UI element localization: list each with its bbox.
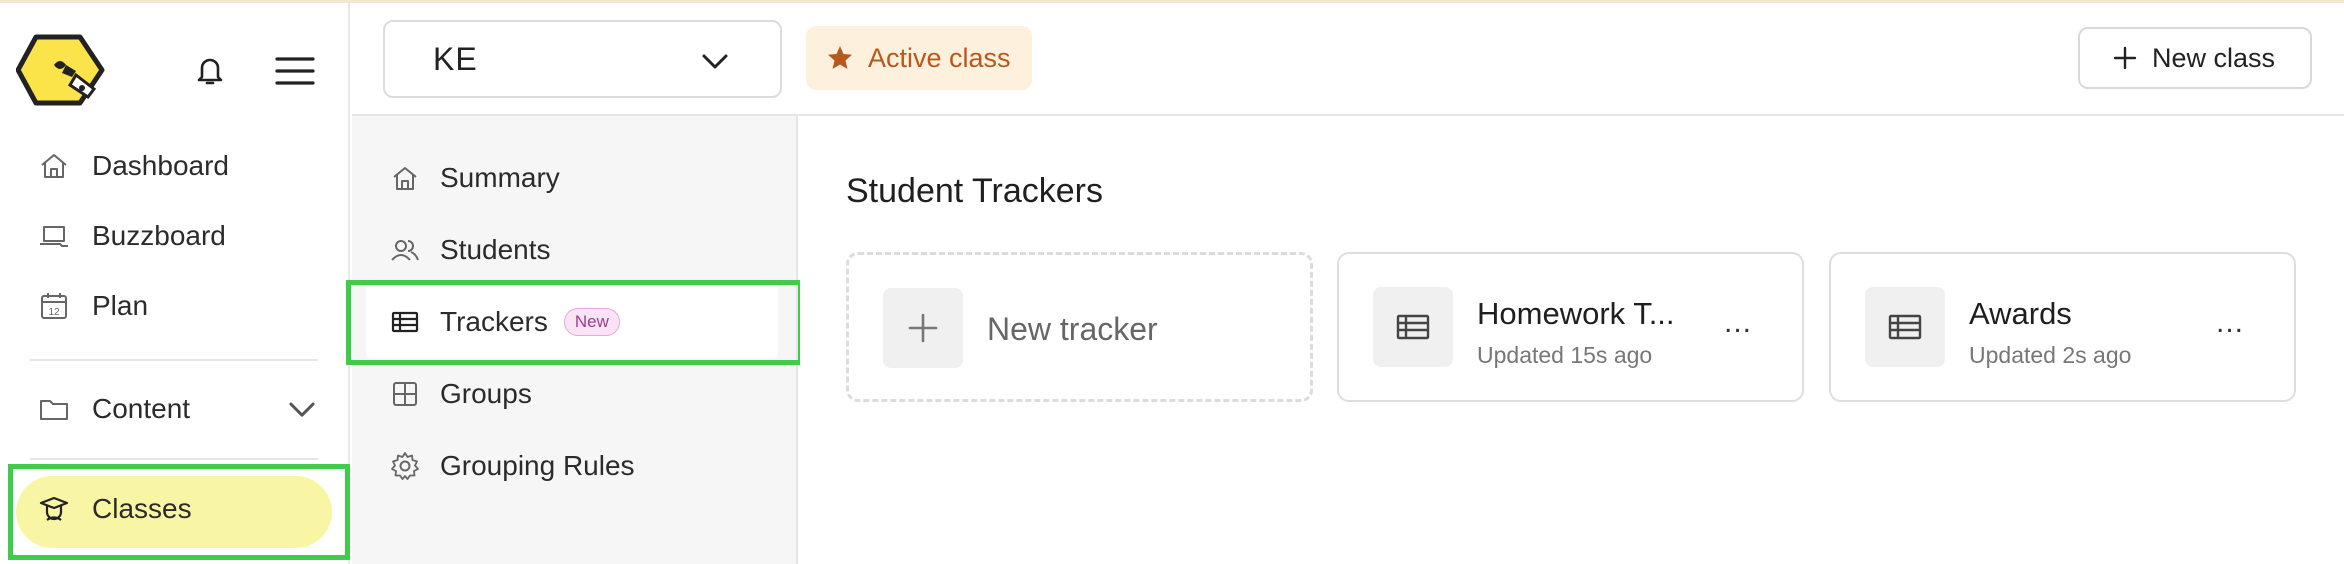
subnav-item-label: Groups	[440, 378, 532, 409]
page-title: Student Trackers	[846, 172, 1104, 210]
sidebar-item-label: Plan	[92, 290, 149, 321]
tracker-updated: Updated 15s ago	[1477, 342, 1653, 368]
grid-icon	[393, 382, 417, 406]
class-subnav: Summary Students Trackers New Groups Gro…	[352, 116, 798, 564]
plus-icon	[2113, 46, 2137, 70]
home-icon	[41, 154, 67, 178]
subnav-item-summary[interactable]: Summary	[390, 153, 780, 203]
app-logo-icon[interactable]	[16, 31, 114, 109]
tracker-card[interactable]: Homework T... Updated 15s ago ...	[1337, 252, 1804, 402]
tracker-title: Awards	[1969, 296, 2072, 331]
sidebar-item-plan[interactable]: 12 Plan	[38, 281, 328, 331]
sidebar-item-label: Classes	[92, 493, 192, 524]
calendar-icon: 12	[41, 293, 67, 319]
subnav-item-label: Trackers	[440, 306, 548, 337]
subnav-item-label: Summary	[440, 162, 560, 193]
calendar-day: 12	[48, 307, 60, 318]
class-select-value: KE	[433, 40, 478, 77]
sidebar: Dashboard Buzzboard 12 Plan Content Clas…	[0, 3, 350, 564]
sidebar-divider	[30, 359, 318, 361]
tracker-title: Homework T...	[1477, 296, 1675, 331]
subnav-item-students[interactable]: Students	[390, 225, 780, 275]
sidebar-item-label: Content	[92, 393, 191, 424]
new-tracker-icon-box	[883, 288, 963, 368]
gear-icon	[391, 452, 419, 480]
chevron-down-icon[interactable]	[286, 393, 318, 425]
new-tracker-label: New tracker	[987, 311, 1158, 347]
graduate-icon	[39, 496, 69, 521]
class-select[interactable]: KE	[383, 20, 782, 98]
sidebar-item-dashboard[interactable]: Dashboard	[38, 141, 328, 191]
new-class-label: New class	[2152, 42, 2276, 73]
laptop-icon	[40, 226, 68, 247]
sidebar-item-classes[interactable]: Classes	[38, 484, 328, 534]
tracker-icon-box	[1373, 287, 1453, 367]
sidebar-divider	[30, 458, 318, 460]
subnav-item-groups[interactable]: Groups	[390, 369, 780, 419]
new-tracker-card[interactable]: New tracker	[846, 252, 1313, 402]
tracker-card[interactable]: Awards Updated 2s ago ...	[1829, 252, 2296, 402]
more-options-icon[interactable]: ...	[2216, 306, 2244, 340]
sidebar-item-label: Dashboard	[92, 150, 229, 181]
sidebar-item-buzzboard[interactable]: Buzzboard	[38, 211, 328, 261]
folder-icon	[40, 400, 68, 420]
active-class-badge: Active class	[806, 26, 1032, 90]
new-class-button[interactable]: New class	[2078, 27, 2312, 89]
chevron-down-icon	[702, 54, 728, 69]
sidebar-item-label: Buzzboard	[92, 220, 226, 251]
users-icon	[391, 240, 419, 261]
bell-icon[interactable]	[193, 53, 227, 87]
new-badge: New	[563, 308, 620, 336]
active-class-label: Active class	[868, 42, 1011, 73]
sidebar-item-content[interactable]: Content	[38, 384, 328, 434]
table-icon	[391, 311, 419, 333]
home-icon	[393, 167, 417, 190]
more-options-icon[interactable]: ...	[1724, 306, 1752, 340]
table-icon	[1396, 314, 1430, 340]
table-icon	[1888, 314, 1922, 340]
star-icon	[828, 46, 852, 69]
tracker-icon-box	[1865, 287, 1945, 367]
subnav-item-trackers[interactable]: Trackers New	[390, 297, 780, 347]
subnav-item-label: Grouping Rules	[440, 450, 635, 481]
plus-icon	[908, 313, 938, 343]
subnav-item-grouping-rules[interactable]: Grouping Rules	[390, 441, 780, 491]
tracker-updated: Updated 2s ago	[1969, 342, 2132, 368]
menu-icon[interactable]	[275, 55, 315, 87]
subnav-item-label: Students	[440, 234, 551, 265]
